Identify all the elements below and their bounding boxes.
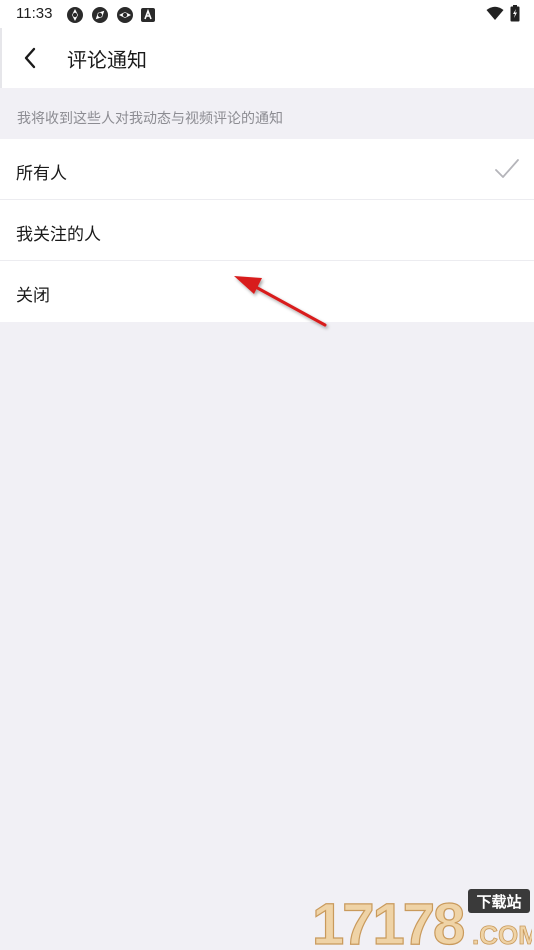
watermark-number: 17178 bbox=[312, 892, 464, 948]
option-label: 我关注的人 bbox=[16, 225, 101, 245]
options-list: 所有人 我关注的人 关闭 bbox=[0, 139, 534, 322]
notification-icons bbox=[66, 6, 155, 24]
check-icon bbox=[495, 159, 519, 178]
a-badge-icon bbox=[141, 8, 155, 22]
page-header: 评论通知 bbox=[0, 28, 534, 88]
watermark-suffix: .COM bbox=[472, 920, 532, 948]
page-title: 评论通知 bbox=[67, 48, 147, 72]
chevron-left-icon bbox=[24, 47, 36, 69]
aperture-icon bbox=[92, 7, 108, 23]
edge-divider bbox=[0, 28, 2, 88]
aperture-icon bbox=[67, 7, 83, 23]
hint-text: 我将收到这些人对我动态与视频评论的通知 bbox=[17, 111, 283, 127]
watermark-tag: 下载站 bbox=[476, 893, 521, 911]
back-button[interactable] bbox=[14, 42, 46, 74]
site-watermark: 17178 下载站 .COM bbox=[311, 889, 532, 948]
option-everyone[interactable]: 所有人 bbox=[0, 139, 534, 200]
hint-section: 我将收到这些人对我动态与视频评论的通知 bbox=[0, 88, 534, 139]
option-off[interactable]: 关闭 bbox=[0, 261, 534, 322]
battery-charging-icon bbox=[510, 5, 520, 22]
status-bar: 11:33 bbox=[0, 0, 534, 28]
option-following[interactable]: 我关注的人 bbox=[0, 200, 534, 261]
aperture-icon bbox=[117, 7, 133, 23]
system-icons bbox=[486, 5, 520, 22]
option-label: 关闭 bbox=[16, 286, 50, 306]
status-time: 11:33 bbox=[16, 5, 53, 22]
option-label: 所有人 bbox=[16, 164, 67, 184]
wifi-icon bbox=[486, 6, 504, 20]
